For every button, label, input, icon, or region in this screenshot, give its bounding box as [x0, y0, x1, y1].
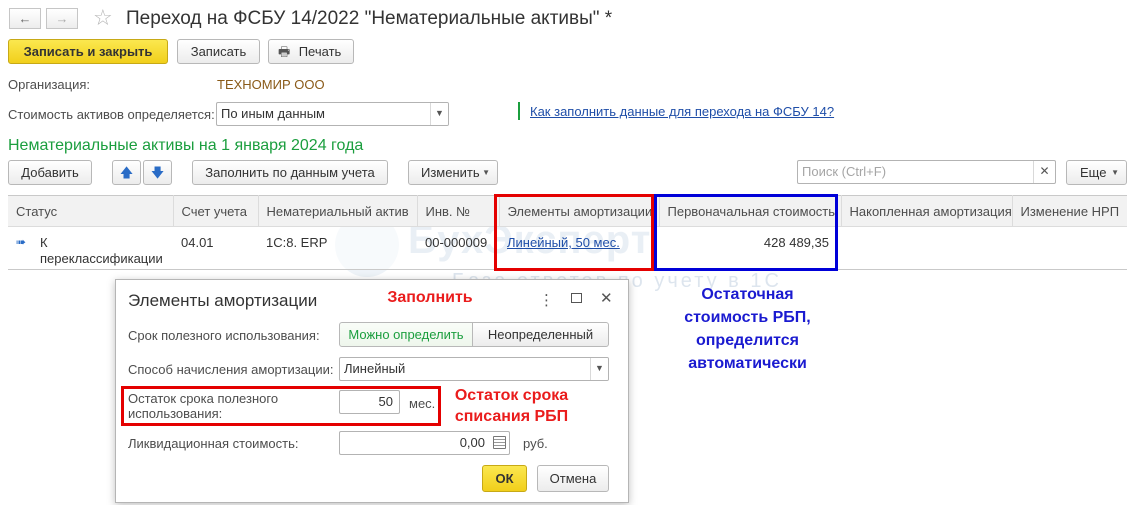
move-up-button[interactable]: 🡅 — [112, 160, 141, 185]
method-select[interactable]: Линейный ▼ — [339, 357, 609, 381]
dialog-title: Элементы амортизации — [128, 291, 318, 310]
arrow-right-icon: → — [55, 11, 69, 26]
remaining-life-unit: мес. — [409, 396, 436, 411]
cell-accumulated[interactable] — [841, 226, 1012, 270]
save-and-close-button[interactable]: Записать и закрыть — [8, 39, 168, 64]
life-option-determinable[interactable]: Можно определить — [339, 322, 473, 347]
print-button[interactable]: 🖶 Печать — [268, 39, 354, 64]
row-arrow-icon: ➠ — [16, 235, 27, 249]
blue-annotation-line: автоматически — [688, 355, 807, 372]
remaining-term-annotation-line: Остаток срока — [454, 387, 569, 404]
blue-annotation-line: определится — [695, 332, 800, 349]
remaining-term-annotation: Остаток срока списания РБП — [443, 385, 580, 427]
organization-link[interactable]: ТЕХНОМИР ООО — [217, 77, 325, 92]
section-title: Нематериальные активы на 1 января 2024 г… — [8, 137, 364, 154]
cell-amortization[interactable]: Линейный, 50 мес. — [499, 226, 659, 270]
liquidation-value: 0,00 — [459, 435, 485, 450]
more-menu-button[interactable]: Еще ▼ — [1066, 160, 1127, 185]
change-menu-button[interactable]: Изменить ▼ — [408, 160, 498, 185]
close-icon[interactable]: ✕ — [600, 289, 613, 307]
column-header-status[interactable]: Статус — [8, 195, 174, 227]
liquidation-value-input[interactable]: 0,00 — [339, 431, 510, 455]
table-header-row: Статус Счет учета Нематериальный актив И… — [8, 195, 1127, 227]
save-button[interactable]: Записать — [177, 39, 260, 64]
blue-annotation: Остаточная стоимость РБП, определится ав… — [660, 283, 835, 375]
liquidation-value-unit: руб. — [523, 436, 548, 451]
cell-initial-cost[interactable]: 428 489,35 — [659, 226, 841, 270]
table-row[interactable]: ➠ К переклассификации 04.01 1С:8. ERP 00… — [8, 226, 1127, 270]
life-option-indefinite[interactable]: Неопределенный — [472, 322, 609, 347]
clear-search-icon[interactable]: ✕ — [1033, 161, 1055, 183]
assets-table: Статус Счет учета Нематериальный актив И… — [8, 195, 1127, 270]
cost-determined-value: По иным данным — [221, 106, 325, 121]
remaining-life-label-line: использования: — [128, 406, 223, 421]
cell-status[interactable]: ➠ К переклассификации — [8, 226, 173, 270]
move-down-button[interactable]: 🡇 — [143, 160, 172, 185]
column-header-nrp-change[interactable]: Изменение НРП — [1012, 195, 1127, 227]
add-button[interactable]: Добавить — [8, 160, 92, 185]
change-label: Изменить — [421, 165, 480, 180]
back-button[interactable]: ← — [9, 8, 41, 29]
cost-determined-label: Стоимость активов определяется: — [8, 107, 215, 122]
blue-annotation-line: стоимость РБП, — [684, 309, 811, 326]
chevron-down-icon[interactable]: ▼ — [430, 103, 448, 125]
cost-determined-select[interactable]: По иным данным ▼ — [216, 102, 449, 126]
cell-nrp-change[interactable] — [1012, 226, 1127, 270]
chevron-down-icon[interactable]: ▼ — [590, 358, 608, 380]
remaining-term-annotation-line: списания РБП — [454, 408, 569, 425]
column-header-accumulated[interactable]: Накопленная амортизация — [841, 195, 1013, 227]
calculator-icon[interactable] — [493, 436, 506, 449]
blue-annotation-line: Остаточная — [701, 286, 794, 303]
liquidation-value-label: Ликвидационная стоимость: — [128, 436, 299, 451]
fill-from-accounting-button[interactable]: Заполнить по данным учета — [192, 160, 388, 185]
status-line-1: К — [40, 235, 48, 250]
fill-annotation: Заполнить — [387, 289, 473, 306]
print-button-label: Печать — [298, 44, 342, 59]
dropdown-arrow-icon: ▼ — [482, 168, 490, 177]
more-vertical-icon[interactable]: ⋮ — [539, 291, 554, 309]
column-header-account[interactable]: Счет учета — [173, 195, 259, 227]
favorite-star-icon[interactable]: ☆ — [93, 5, 113, 31]
column-header-inv[interactable]: Инв. № — [417, 195, 500, 227]
help-link[interactable]: Как заполнить данные для перехода на ФСБ… — [530, 104, 834, 119]
method-value: Линейный — [344, 361, 406, 376]
useful-life-label: Срок полезного использования: — [128, 328, 320, 343]
arrow-down-icon: 🡇 — [150, 165, 165, 180]
column-header-amortization[interactable]: Элементы амортизации — [499, 195, 660, 227]
ok-button[interactable]: ОК — [482, 465, 527, 492]
remaining-life-label-line: Остаток срока полезного — [128, 391, 279, 406]
dropdown-arrow-icon: ▼ — [1111, 168, 1119, 177]
remaining-life-label: Остаток срока полезного использования: — [128, 391, 278, 421]
printer-icon: 🖶 — [278, 44, 291, 59]
organization-label: Организация: — [8, 77, 91, 92]
arrow-up-icon: 🡅 — [119, 165, 134, 180]
column-header-asset[interactable]: Нематериальный актив — [258, 195, 418, 227]
forward-button[interactable]: → — [46, 8, 78, 29]
cell-account[interactable]: 04.01 — [173, 226, 258, 270]
more-label: Еще — [1080, 165, 1107, 180]
cell-asset[interactable]: 1С:8. ERP — [258, 226, 417, 270]
method-label: Способ начисления амортизации: — [128, 362, 334, 377]
link-marker — [518, 102, 520, 120]
maximize-icon[interactable] — [571, 293, 582, 303]
cancel-button[interactable]: Отмена — [537, 465, 609, 492]
search-input[interactable]: Поиск (Ctrl+F) ✕ — [797, 160, 1056, 184]
column-header-initial-cost[interactable]: Первоначальная стоимость — [659, 195, 842, 227]
amortization-link[interactable]: Линейный, 50 мес. — [507, 235, 620, 250]
arrow-left-icon: ← — [18, 11, 32, 26]
remaining-life-input[interactable]: 50 — [339, 390, 400, 414]
window-title: Переход на ФСБУ 14/2022 "Нематериальные … — [126, 8, 613, 29]
status-line-2: переклассификации — [40, 251, 163, 266]
search-placeholder: Поиск (Ctrl+F) — [802, 164, 887, 179]
cell-inv[interactable]: 00-000009 — [417, 226, 499, 270]
